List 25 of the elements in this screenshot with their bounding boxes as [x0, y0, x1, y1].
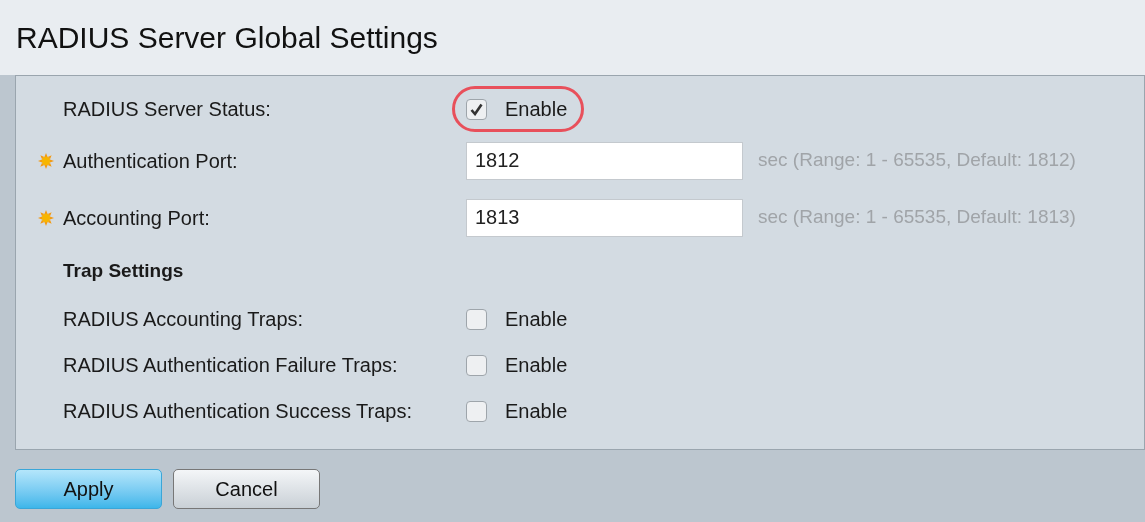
apply-button[interactable]: Apply	[15, 469, 162, 509]
port-field[interactable]: 1813	[466, 198, 743, 237]
field-label: Accounting Port:	[63, 205, 210, 231]
field-label: RADIUS Server Status:	[63, 97, 271, 122]
field-label: Authentication Port:	[63, 148, 238, 174]
hint-text: sec (Range: 1 - 65535, Default: 1813)	[758, 205, 1076, 230]
check-icon	[470, 102, 483, 116]
checkbox-label: Enable	[505, 97, 568, 122]
cancel-button[interactable]: Cancel	[173, 469, 320, 509]
port-field[interactable]: 1812	[466, 141, 743, 180]
checkbox[interactable]	[466, 308, 487, 330]
hint-text: sec (Range: 1 - 65535, Default: 1812)	[758, 148, 1076, 173]
checkbox[interactable]	[466, 98, 487, 120]
page-title: RADIUS Server Global Settings	[16, 20, 438, 56]
checkbox[interactable]	[466, 400, 487, 422]
field-label: RADIUS Authentication Success Traps:	[63, 399, 413, 424]
field-label: RADIUS Accounting Traps:	[63, 307, 304, 332]
section-heading: Trap Settings	[63, 258, 184, 283]
required-icon	[38, 209, 54, 226]
checkbox-label: Enable	[505, 399, 568, 424]
checkbox-label: Enable	[505, 307, 568, 332]
checkbox[interactable]	[466, 354, 487, 376]
checkbox-label: Enable	[505, 353, 568, 378]
required-icon	[38, 152, 54, 169]
field-label: RADIUS Authentication Failure Traps:	[63, 353, 398, 378]
